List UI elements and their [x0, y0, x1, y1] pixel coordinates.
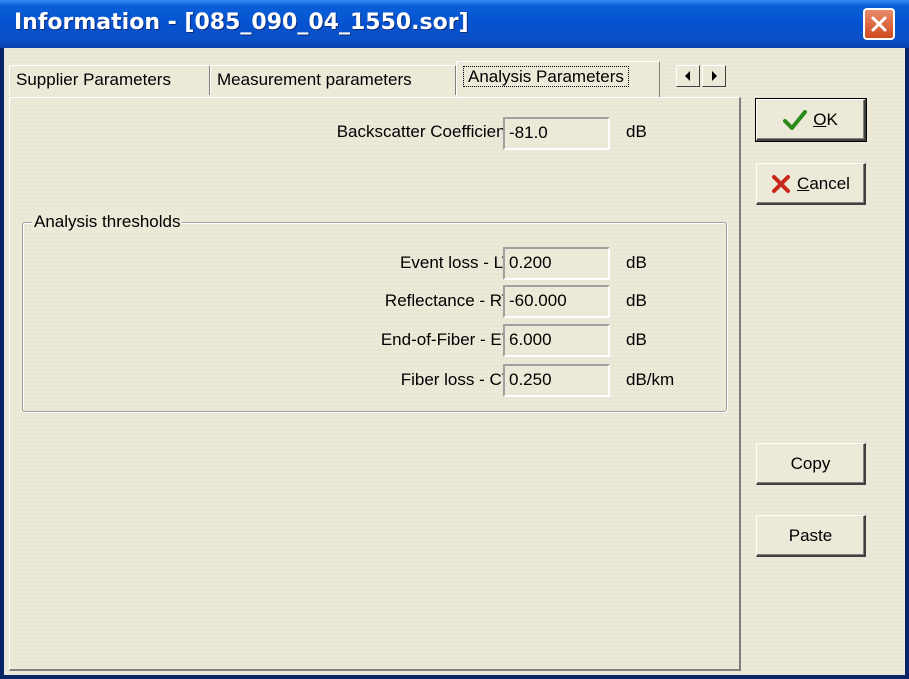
- ok-button[interactable]: OK: [755, 98, 867, 142]
- cancel-mnemonic: C: [797, 173, 810, 193]
- window-title: Information - [085_090_04_1550.sor]: [14, 10, 469, 35]
- event-loss-field[interactable]: 0.200: [503, 247, 610, 280]
- end-of-fiber-field[interactable]: 6.000: [503, 324, 610, 357]
- copy-button[interactable]: Copy: [756, 443, 866, 485]
- reflectance-field[interactable]: -60.000: [503, 285, 610, 318]
- cancel-label: Cancel: [797, 174, 850, 194]
- tab-label: Analysis Parameters: [463, 66, 629, 87]
- tab-measurement-parameters[interactable]: Measurement parameters: [210, 65, 456, 95]
- ok-label: OK: [813, 110, 838, 130]
- arrow-left-icon: [685, 71, 690, 81]
- analysis-thresholds-group: [22, 222, 727, 412]
- arrow-right-icon: [712, 71, 717, 81]
- checkmark-icon: [783, 109, 808, 130]
- tab-scroll-left-button[interactable]: [676, 65, 700, 87]
- event-loss-unit: dB: [626, 253, 647, 272]
- x-icon: [771, 174, 791, 194]
- fiber-loss-label: Fiber loss - CT:: [400, 370, 515, 389]
- title-bar[interactable]: Information - [085_090_04_1550.sor]: [0, 0, 909, 48]
- tab-scroll-right-button[interactable]: [702, 65, 726, 87]
- fiber-loss-unit: dB/km: [626, 370, 675, 389]
- close-icon: [871, 16, 887, 32]
- ok-label-rest: K: [826, 109, 838, 129]
- backscatter-label: Backscatter Coefficient:: [336, 122, 515, 141]
- dialog-window: Information - [085_090_04_1550.sor] Supp…: [0, 0, 909, 679]
- tab-scroll-arrows: [676, 65, 728, 89]
- end-of-fiber-label: End-of-Fiber - ET:: [380, 330, 515, 349]
- paste-button[interactable]: Paste: [756, 515, 866, 557]
- cancel-label-rest: ancel: [809, 173, 850, 193]
- analysis-parameters-panel: Backscatter Coefficient: -81.0 dB Analys…: [9, 97, 741, 671]
- close-button[interactable]: [863, 8, 895, 40]
- tab-label: Supplier Parameters: [16, 70, 171, 89]
- event-loss-label: Event loss - LT:: [400, 253, 515, 272]
- tab-label: Measurement parameters: [217, 70, 412, 89]
- tab-analysis-parameters[interactable]: Analysis Parameters: [456, 61, 660, 97]
- end-of-fiber-unit: dB: [626, 330, 647, 349]
- tab-supplier-parameters[interactable]: Supplier Parameters: [9, 65, 210, 95]
- fiber-loss-field[interactable]: 0.250: [503, 364, 610, 397]
- paste-label: Paste: [788, 525, 833, 545]
- analysis-thresholds-title: Analysis thresholds: [32, 212, 183, 232]
- backscatter-unit: dB: [626, 122, 647, 141]
- reflectance-unit: dB: [626, 291, 647, 310]
- reflectance-label: Reflectance - RT:: [384, 291, 515, 310]
- backscatter-field[interactable]: -81.0: [503, 117, 610, 150]
- cancel-button[interactable]: Cancel: [756, 163, 866, 205]
- ok-mnemonic: O: [813, 109, 827, 129]
- copy-label: Copy: [790, 453, 831, 473]
- dialog-client-area: Supplier Parameters Measurement paramete…: [4, 48, 905, 675]
